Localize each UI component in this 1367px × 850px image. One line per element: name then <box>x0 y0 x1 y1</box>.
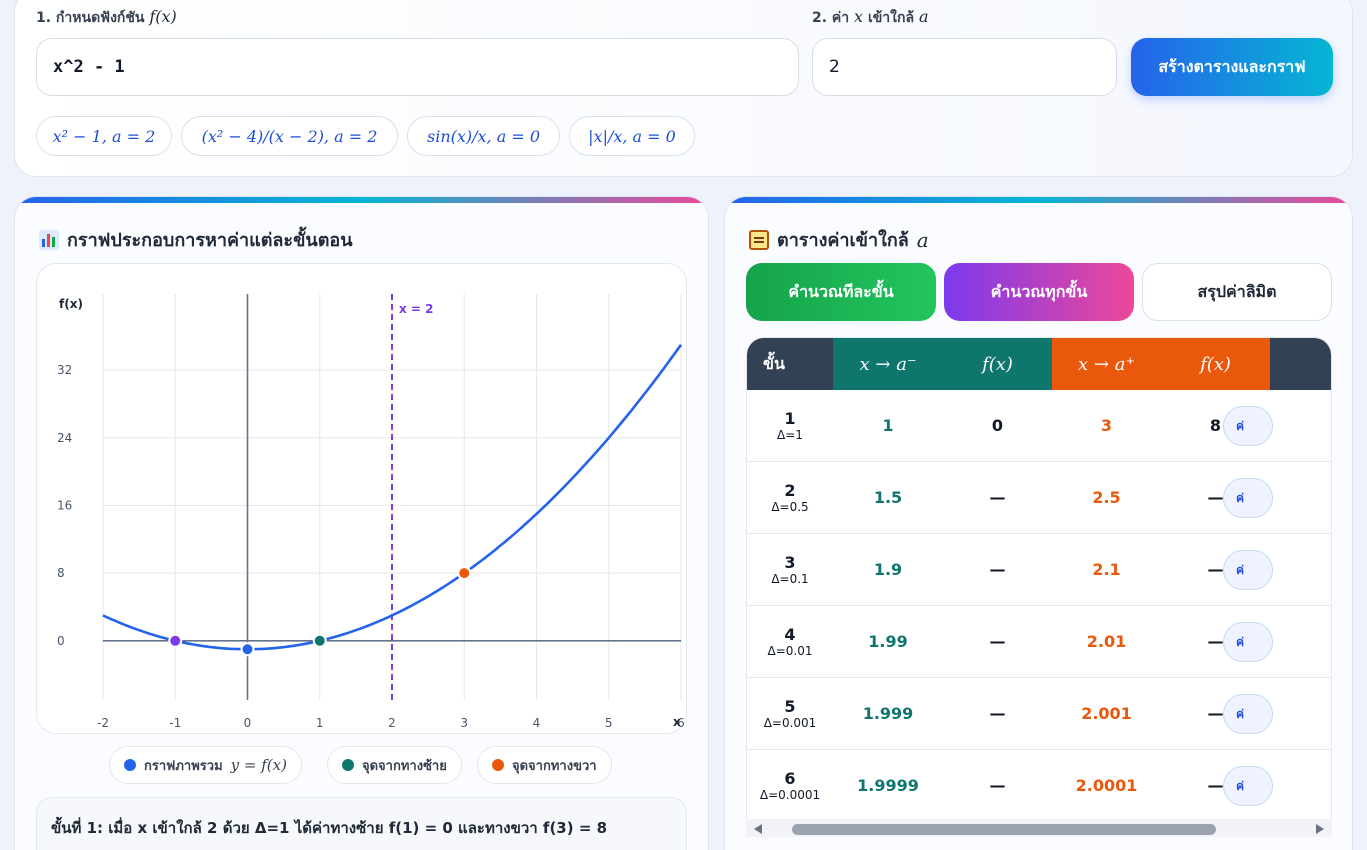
table-row: 4 Δ=0.01 1.99 — 2.01 — ค่ <box>747 606 1331 678</box>
scroll-thumb[interactable] <box>792 824 1216 835</box>
approach-line-label: x = 2 <box>399 302 434 316</box>
graph-panel: กราฟประกอบการหาค่าแต่ละขั้นตอน -2 -1 0 1 2 3 4… <box>14 196 709 850</box>
table-row: 6 Δ=0.0001 1.9999 — 2.0001 — ค่ <box>747 750 1331 822</box>
header-right-f: f(x) <box>1161 338 1270 390</box>
example-chip-3[interactable]: sin(x)/x, a = 0 <box>407 116 560 156</box>
header-left-x: x → a⁻ <box>833 338 943 390</box>
row-action-button[interactable]: ค่ <box>1223 478 1273 518</box>
table-row: 1 Δ=1 1 0 3 8 ค่ <box>747 390 1331 462</box>
legend-dot-icon <box>342 759 354 771</box>
row-action-button[interactable]: ค่ <box>1223 622 1273 662</box>
y-tick-label: 24 <box>57 431 72 445</box>
row-action-button[interactable]: ค่ <box>1223 550 1273 590</box>
header-step: ขั้น <box>747 338 833 390</box>
x-tick-label: 0 <box>244 716 252 730</box>
legend-overall: กราฟภาพรวม y = f(x) <box>109 746 302 784</box>
data-point <box>240 642 255 657</box>
scroll-right-icon[interactable] <box>1316 824 1324 834</box>
y-tick-label: 8 <box>57 566 65 580</box>
header-left-f: f(x) <box>943 338 1052 390</box>
input-card: 1. กำหนดฟังก์ชัน f(x) x^2 - 1 2. ค่า x เ… <box>14 0 1353 177</box>
function-label: 1. กำหนดฟังก์ชัน f(x) <box>36 7 177 26</box>
a-value-input[interactable]: 2 <box>812 38 1117 96</box>
chart-container: -2 -1 0 1 2 3 4 5 6 0 8 16 24 32 f(x) x x = 2 <box>36 263 687 734</box>
x-tick-label: 3 <box>460 716 468 730</box>
row-action-button[interactable]: ค่ <box>1223 694 1273 734</box>
table-row: 3 Δ=0.1 1.9 — 2.1 — ค่ <box>747 534 1331 606</box>
header-extra <box>1270 338 1331 390</box>
x-tick-label: 5 <box>605 716 613 730</box>
x-tick-label: 1 <box>316 716 324 730</box>
table-row: 5 Δ=0.001 1.999 — 2.001 — ค่ <box>747 678 1331 750</box>
table-panel-title: ตารางค่าเข้าใกล้ a <box>749 225 929 254</box>
table-row: 2 Δ=0.5 1.5 — 2.5 — ค่ <box>747 462 1331 534</box>
table-header: ขั้น x → a⁻ f(x) x → a⁺ f(x) <box>747 338 1331 390</box>
legend-right: จุดจากทางขวา <box>477 746 612 784</box>
y-axis-label: f(x) <box>59 297 83 311</box>
header-right-x: x → a⁺ <box>1052 338 1161 390</box>
x-tick-label: -2 <box>97 716 109 730</box>
y-tick-label: 16 <box>57 498 72 512</box>
tab-summary[interactable]: สรุปค่าลิมิต <box>1142 263 1332 321</box>
legend-dot-icon <box>492 759 504 771</box>
data-point <box>457 566 472 581</box>
bar-chart-icon <box>39 229 59 250</box>
example-chip-4[interactable]: |x|/x, a = 0 <box>569 116 695 156</box>
function-input[interactable]: x^2 - 1 <box>36 38 799 96</box>
data-point <box>312 633 327 648</box>
x-tick-label: -1 <box>169 716 181 730</box>
graph-panel-title: กราฟประกอบการหาค่าแต่ละขั้นตอน <box>39 225 353 254</box>
horizontal-scrollbar[interactable] <box>746 819 1332 837</box>
data-point <box>168 633 183 648</box>
row-action-button[interactable]: ค่ <box>1223 766 1273 806</box>
legend-dot-icon <box>124 759 136 771</box>
step-note: ขั้นที่ 1: เมื่อ x เข้าใกล้ 2 ด้วย Δ=1 ไ… <box>36 797 687 850</box>
approach-table: ขั้น x → a⁻ f(x) x → a⁺ f(x) 1 Δ=1 1 0 3 … <box>746 337 1332 837</box>
tab-step-by-step[interactable]: คำนวณทีละขั้น <box>746 263 936 321</box>
y-tick-label: 32 <box>57 363 72 377</box>
scroll-left-icon[interactable] <box>754 824 762 834</box>
table-panel: ตารางค่าเข้าใกล้ a คำนวณทีละขั้น คำนวณทุ… <box>724 196 1353 850</box>
x-tick-label: 4 <box>533 716 541 730</box>
limit-chart: -2 -1 0 1 2 3 4 5 608162432f(x)xx = 2 <box>57 294 685 730</box>
example-chip-2[interactable]: (x² − 4)/(x − 2), a = 2 <box>181 116 398 156</box>
y-tick-label: 0 <box>57 634 65 648</box>
row-action-button[interactable]: ค่ <box>1223 406 1273 446</box>
generate-button[interactable]: สร้างตารางและกราฟ <box>1131 38 1333 96</box>
x-tick-label: 2 <box>388 716 396 730</box>
tab-all-steps[interactable]: คำนวณทุกขั้น <box>944 263 1134 321</box>
legend-left: จุดจากทางซ้าย <box>327 746 462 784</box>
approach-label: 2. ค่า x เข้าใกล้ a <box>812 7 929 26</box>
clipboard-icon <box>749 229 769 250</box>
example-chip-1[interactable]: x² − 1, a = 2 <box>36 116 172 156</box>
x-axis-label: x <box>673 715 681 729</box>
